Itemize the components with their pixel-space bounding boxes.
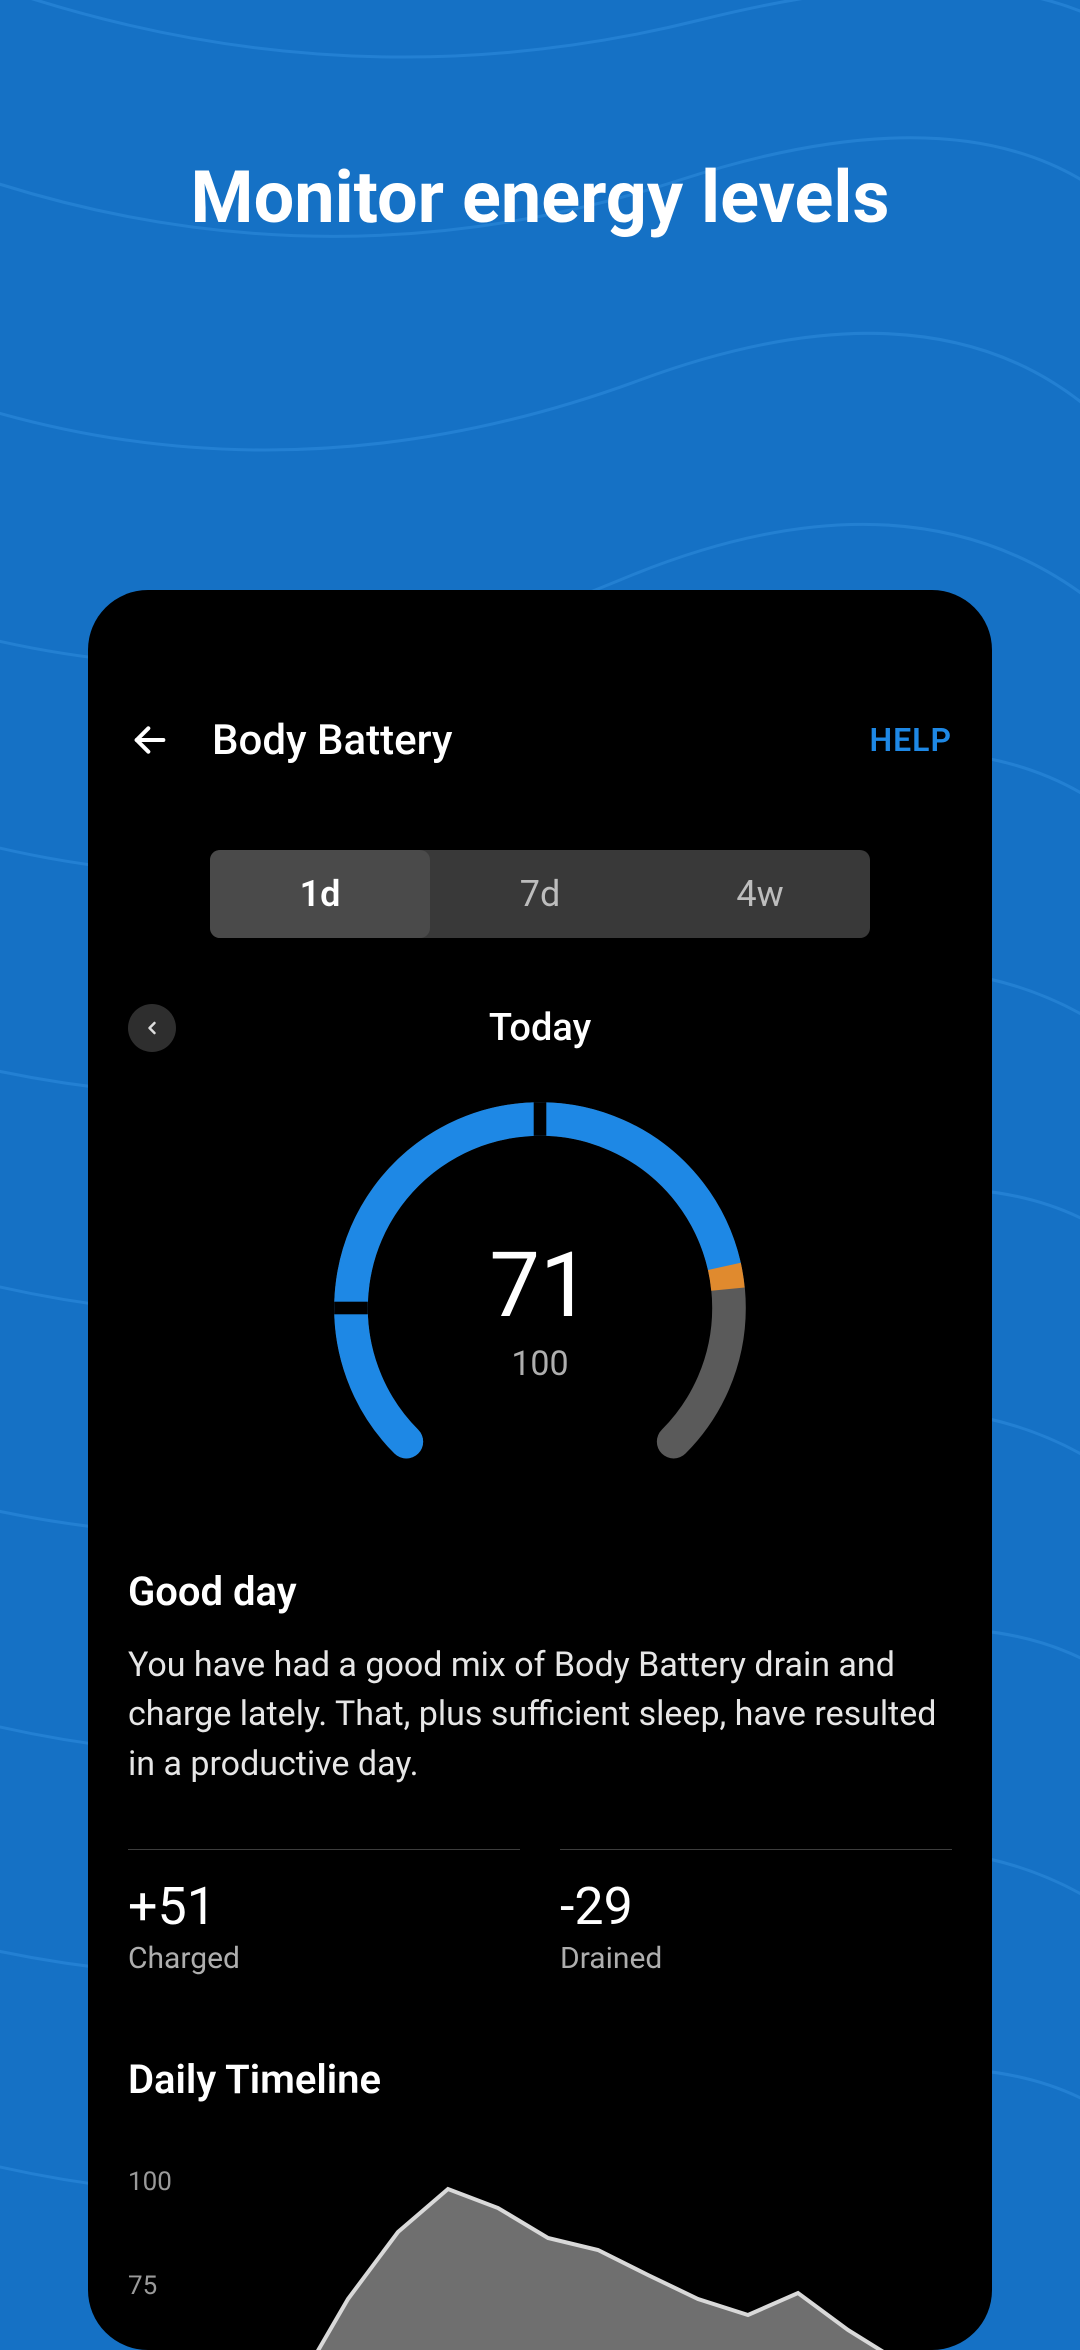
timeline-title: Daily Timeline xyxy=(128,2056,952,2103)
chevron-left-icon xyxy=(142,1018,162,1038)
date-label: Today xyxy=(489,1006,591,1050)
charged-value: +51 xyxy=(128,1876,520,1937)
summary-text: You have had a good mix of Body Battery … xyxy=(128,1641,952,1789)
page-title: Body Battery xyxy=(212,716,869,765)
marketing-headline: Monitor energy levels xyxy=(0,155,1080,240)
date-row: Today xyxy=(128,998,952,1058)
arrow-left-icon xyxy=(130,720,170,760)
gauge-container: 71 100 xyxy=(128,1098,952,1518)
y-tick-100: 100 xyxy=(128,2167,172,2197)
drained-value: -29 xyxy=(560,1876,952,1937)
tab-1d[interactable]: 1d xyxy=(210,850,430,938)
time-range-segmented: 1d 7d 4w xyxy=(210,850,870,938)
stat-charged: +51 Charged xyxy=(128,1849,520,1976)
gauge-center: 71 100 xyxy=(330,1098,750,1518)
stats-row: +51 Charged -29 Drained xyxy=(128,1849,952,1976)
tab-7d[interactable]: 7d xyxy=(430,850,650,938)
summary-title: Good day xyxy=(128,1568,952,1615)
stat-drained: -29 Drained xyxy=(560,1849,952,1976)
summary-section: Good day You have had a good mix of Body… xyxy=(128,1568,952,1789)
back-button[interactable] xyxy=(128,718,172,762)
body-battery-gauge: 71 100 xyxy=(330,1098,750,1518)
tab-4w[interactable]: 4w xyxy=(650,850,870,938)
gauge-denominator: 100 xyxy=(511,1344,568,1384)
phone-frame: Body Battery HELP 1d 7d 4w Today xyxy=(88,590,992,2350)
app-bar: Body Battery HELP xyxy=(128,690,952,790)
charged-label: Charged xyxy=(128,1941,520,1976)
timeline-chart: 100 75 xyxy=(128,2163,952,2350)
gauge-value: 71 xyxy=(489,1233,590,1338)
y-tick-75: 75 xyxy=(128,2271,157,2301)
previous-day-button[interactable] xyxy=(128,1004,176,1052)
help-link[interactable]: HELP xyxy=(869,721,952,759)
drained-label: Drained xyxy=(560,1941,952,1976)
